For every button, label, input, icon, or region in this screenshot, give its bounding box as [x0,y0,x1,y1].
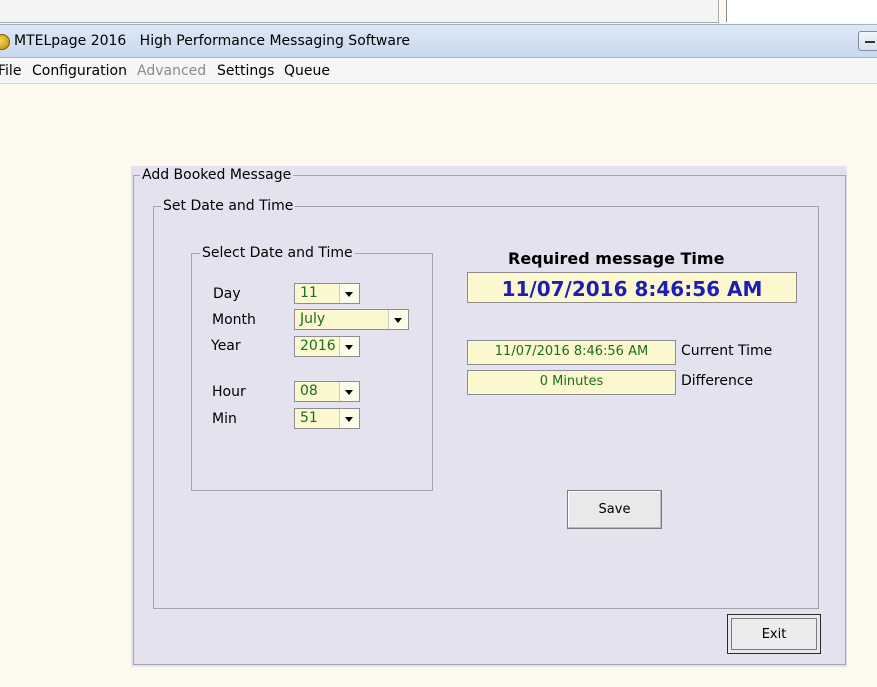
menu-file[interactable]: File [0,63,21,79]
menu-configuration[interactable]: Configuration [32,63,127,79]
select-date-time-title: Select Date and Time [200,245,355,261]
chevron-down-icon[interactable] [339,409,359,428]
day-value: 11 [300,285,318,301]
difference-field: 0 Minutes [467,370,676,395]
year-value: 2016 [300,338,336,354]
year-select[interactable]: 2016 [294,336,360,357]
exit-button-label: Exit [731,618,817,650]
year-label: Year [211,338,241,354]
day-select[interactable]: 11 [294,283,360,304]
required-time-value: 11/07/2016 8:46:56 AM [501,277,763,301]
month-select[interactable]: July [294,309,409,330]
menu-queue[interactable]: Queue [284,63,330,79]
chevron-down-icon[interactable] [339,382,359,401]
menu-advanced[interactable]: Advanced [137,63,206,79]
chevron-down-icon[interactable] [339,337,359,356]
min-select[interactable]: 51 [294,408,360,429]
hour-value: 08 [300,383,318,399]
required-time-label: Required message Time [508,249,725,268]
exit-button[interactable]: Exit [727,614,821,654]
hour-label: Hour [212,384,246,400]
add-booked-message-title: Add Booked Message [140,167,294,183]
minimize-button[interactable] [858,31,877,51]
month-value: July [300,311,326,327]
minimize-icon [865,41,875,43]
chevron-down-icon[interactable] [388,310,408,329]
window-title: MTELpage 2016 High Performance Messaging… [14,33,411,49]
chevron-down-icon[interactable] [339,284,359,303]
app-icon [0,34,10,50]
min-label: Min [212,411,237,427]
desktop-strip [0,0,877,24]
menu-bar: File Configuration Advanced Settings Que… [0,58,877,84]
difference-label: Difference [681,373,754,389]
month-label: Month [212,312,256,328]
menu-settings[interactable]: Settings [217,63,274,79]
required-time-field: 11/07/2016 8:46:56 AM [467,272,797,303]
day-label: Day [213,286,241,302]
current-time-label: Current Time [681,343,773,359]
title-bar: MTELpage 2016 High Performance Messaging… [0,24,877,58]
background-window [0,0,719,23]
hour-select[interactable]: 08 [294,381,360,402]
difference-value: 0 Minutes [539,374,604,389]
set-date-time-title: Set Date and Time [161,198,296,214]
current-time-field: 11/07/2016 8:46:56 AM [467,340,676,365]
save-button[interactable]: Save [567,490,662,529]
min-value: 51 [300,410,318,426]
background-window-right [726,0,877,22]
current-time-value: 11/07/2016 8:46:56 AM [494,344,649,359]
